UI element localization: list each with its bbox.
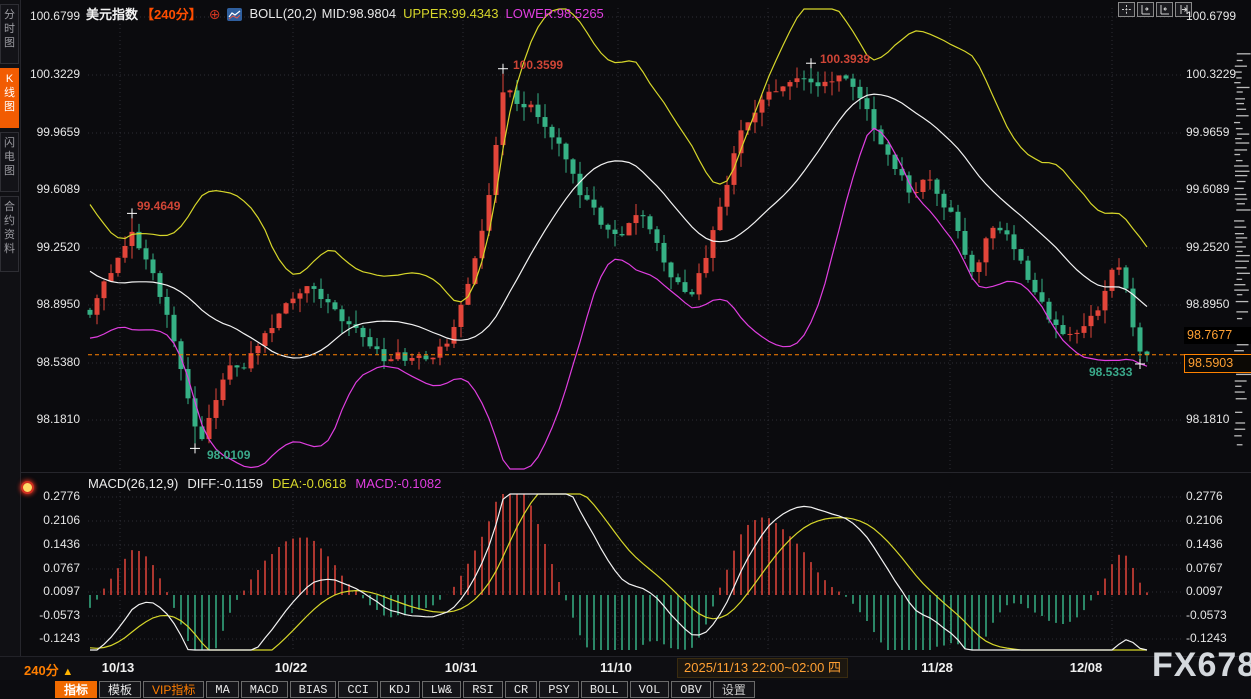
x-axis-date: 11/10 [593,660,639,675]
y-axis-label: 100.6799 [24,9,80,25]
indicator-button-macd[interactable]: MACD [241,681,288,698]
y-axis-label: 98.8950 [1186,297,1242,313]
macd-axis-label: 0.0767 [1186,561,1242,577]
macd-title: MACD(26,12,9) [88,476,178,491]
boll-upper-value: UPPER:99.4343 [403,6,498,21]
sidebar-tab-contract-info[interactable]: 合约资料 [0,196,19,272]
y-axis-label: 100.3229 [24,67,80,83]
macd-diff-value: DIFF:-0.1159 [187,476,263,491]
x-axis-date: 12/08 [1063,660,1109,675]
x-axis-date: 10/22 [268,660,314,675]
indicator-button-vol[interactable]: VOL [630,681,670,698]
tab-vip-indicators[interactable]: VIP指标 [143,681,204,698]
sidebar-tab-candle-chart[interactable]: K线图 [0,68,19,128]
indicator-button-cr[interactable]: CR [505,681,537,698]
peak-price-label: 100.3599 [513,58,563,72]
zoom-in-x-icon[interactable] [1137,2,1154,17]
macd-axis-label: -0.0573 [24,608,80,624]
boll-lower-value: LOWER:98.5265 [506,6,604,21]
chart-toolbar [1118,2,1192,17]
y-axis-label: 98.8950 [24,297,80,313]
crosshair-tool-icon[interactable] [1118,2,1135,17]
trough-price-label: 98.0109 [207,448,250,462]
macd-axis-label: 0.0097 [1186,584,1242,600]
chart-header: 美元指数 【240分】 ⊕ BOLL(20,2) MID:98.9804 UPP… [86,4,604,23]
left-sidebar: 分时图 K线图 闪电图 合约资料 [0,0,21,699]
sidebar-tab-time-chart[interactable]: 分时图 [0,4,19,64]
peak-price-label: 100.3939 [820,52,870,66]
last-price-badge: 98.5903 [1184,354,1251,373]
x-axis-date: 11/28 [914,660,960,675]
y-axis-label: 99.9659 [24,125,80,141]
x-axis-row: 240分 ▲ 10/13 10/22 10/31 11/10 11/28 12/… [0,656,1251,681]
macd-axis-label: 0.1436 [1186,537,1242,553]
indicator-button-lw[interactable]: LW& [422,681,462,698]
settings-button[interactable]: 设置 [713,681,755,698]
y-axis-label: 98.1810 [24,412,80,428]
indicator-button-psy[interactable]: PSY [539,681,579,698]
y-axis-label: 99.6089 [24,182,80,198]
y-axis-label: 99.9659 [1186,125,1242,141]
x-axis-date: 10/31 [438,660,484,675]
macd-macd-value: MACD:-0.1082 [355,476,441,491]
macd-axis-label: -0.1243 [24,631,80,647]
peak-price-label: 99.4649 [137,199,180,213]
macd-header: MACD(26,12,9) DIFF:-0.1159 DEA:-0.0618 M… [88,476,441,491]
zoom-out-x-icon[interactable] [1156,2,1173,17]
y-axis-label: 98.1810 [1186,412,1242,428]
y-axis-label: 99.2520 [24,240,80,256]
macd-axis-label: 0.0767 [24,561,80,577]
symbol-name: 美元指数 [86,4,138,23]
pane-divider [20,472,1251,473]
boll-indicator-label: BOLL(20,2) [249,6,316,21]
x-axis-date: 10/13 [95,660,141,675]
indicator-button-bias[interactable]: BIAS [290,681,337,698]
indicator-button-ma[interactable]: MA [206,681,238,698]
macd-axis-label: 0.2776 [1186,489,1242,505]
period-selector[interactable]: 240分 ▲ [24,660,73,679]
tab-indicators[interactable]: 指标 [55,681,97,698]
sidebar-tab-flash-chart[interactable]: 闪电图 [0,132,19,192]
y-axis-label: 100.6799 [1186,9,1242,25]
macd-axis-label: 0.2106 [1186,513,1242,529]
prev-close-badge: 98.7677 [1184,327,1251,344]
macd-axis-label: -0.1243 [1186,631,1242,647]
indicator-button-obv[interactable]: OBV [671,681,711,698]
indicator-button-kdj[interactable]: KDJ [380,681,420,698]
chart-type-icon[interactable] [227,8,242,21]
trading-app-window: 分时图 K线图 闪电图 合约资料 美元指数 【240分】 ⊕ BOLL(20,2… [0,0,1251,699]
bottom-toolbar: 指标 模板 VIP指标 MA MACD BIAS CCI KDJ LW& RSI… [0,680,1251,699]
indicator-button-rsi[interactable]: RSI [463,681,503,698]
y-axis-label: 99.6089 [1186,182,1242,198]
boll-mid-value: MID:98.9804 [322,6,396,21]
macd-axis-label: 0.0097 [24,584,80,600]
trough-price-label: 98.5333 [1089,365,1132,379]
chevron-up-icon: ▲ [62,666,73,678]
macd-axis-label: 0.1436 [24,537,80,553]
y-axis-label: 98.5380 [24,355,80,371]
y-axis-label: 99.2520 [1186,240,1242,256]
indicator-button-boll[interactable]: BOLL [581,681,628,698]
macd-axis-label: 0.2106 [24,513,80,529]
macd-dea-value: DEA:-0.0618 [272,476,346,491]
macd-axis-label: 0.2776 [24,489,80,505]
indicator-button-cci[interactable]: CCI [338,681,378,698]
y-axis-label: 100.3229 [1186,67,1242,83]
chart-canvas[interactable] [0,0,1251,699]
period-label: 【240分】 [141,4,202,23]
macd-axis-label: -0.0573 [1186,608,1242,624]
tab-templates[interactable]: 模板 [99,681,141,698]
selected-candle-time-badge: 2025/11/13 22:00~02:00 四 [677,658,848,678]
add-indicator-icon[interactable]: ⊕ [209,8,221,20]
